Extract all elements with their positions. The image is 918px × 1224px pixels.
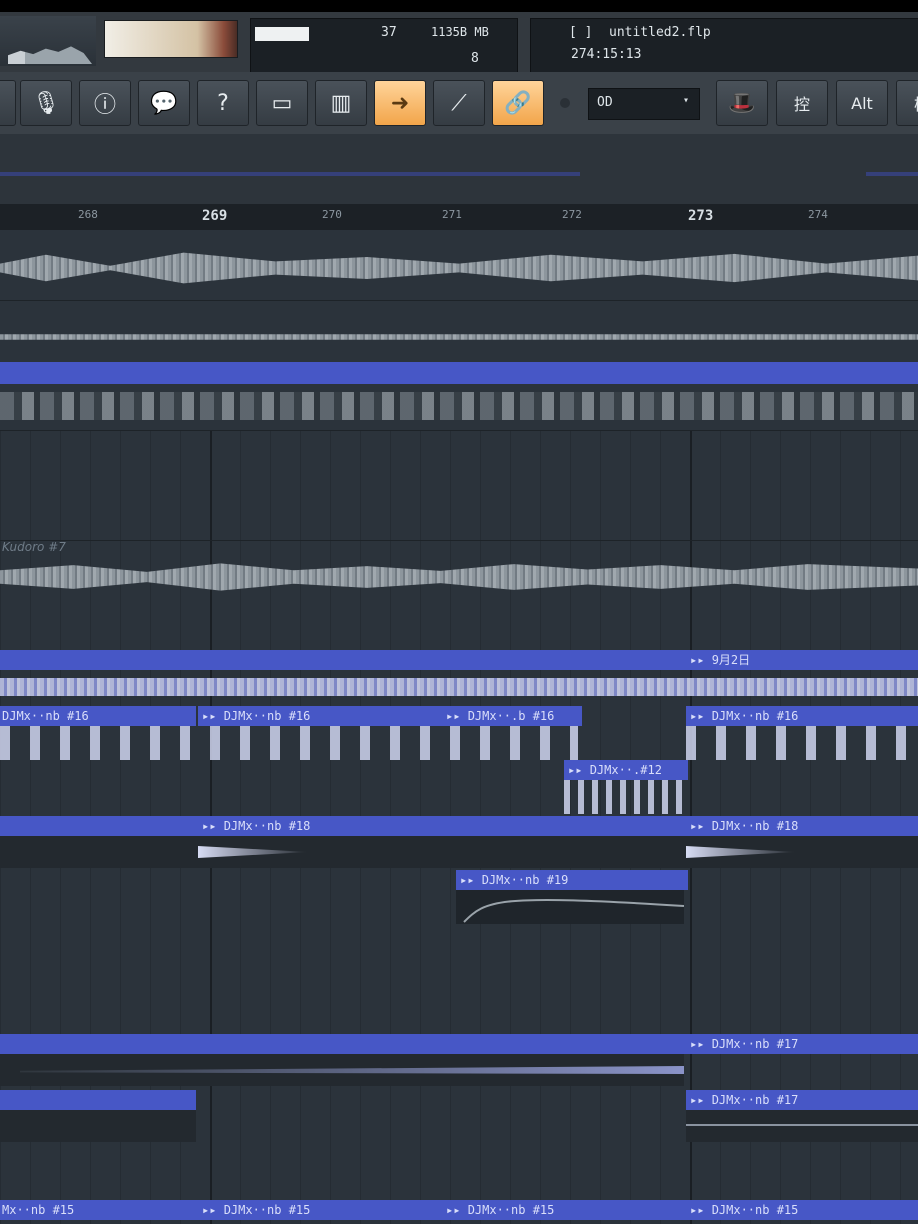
- clip-19-label: DJMx··nb #19: [481, 873, 569, 887]
- link-icon: 🔗: [504, 90, 532, 116]
- clip-16b-label: DJMx··nb #16: [223, 709, 311, 723]
- clip-12-label: DJMx··.#12: [589, 763, 662, 777]
- song-info-lcd: [ ] untitled2.flp 274:15:13: [530, 18, 918, 76]
- clip-15a[interactable]: Mx··nb #15: [0, 1200, 198, 1220]
- keyboard-icon: ▥: [330, 90, 352, 116]
- clip-15b[interactable]: ▸▸ DJMx··nb #15: [198, 1200, 442, 1220]
- window-button[interactable]: ▭: [256, 80, 308, 126]
- alt-button-label: Alt: [851, 93, 873, 113]
- arrow-right-icon: ➜: [390, 90, 410, 116]
- clip-12[interactable]: ▸▸ DJMx··.#12: [564, 760, 688, 780]
- audio-waveform-3[interactable]: [0, 678, 918, 696]
- ruler-tick-271: 271: [442, 208, 462, 221]
- toolbar-dot: [560, 98, 570, 108]
- clip-17b-body: [686, 1110, 918, 1142]
- left-edge-button[interactable]: [0, 80, 16, 126]
- clip-18b-label: DJMx··nb #18: [711, 819, 799, 833]
- song-filename: untitled2.flp: [609, 25, 711, 40]
- clip-19-curve: [463, 898, 684, 923]
- clip-16b[interactable]: ▸▸ DJMx··nb #16: [198, 706, 442, 726]
- header-panel: 37 1135B MB 8 [ ] untitled2.flp 274:15:1…: [0, 12, 918, 76]
- snap-selector[interactable]: OD ▾: [588, 88, 700, 120]
- kanji-button-label: 控: [793, 95, 810, 114]
- clip-15b-label: DJMx··nb #15: [223, 1203, 311, 1217]
- clip-16d[interactable]: ▸▸ DJMx··nb #16: [686, 706, 918, 726]
- info-icon: ⓘ: [93, 93, 116, 118]
- speech-bubble-button[interactable]: 💬: [138, 80, 190, 126]
- clip-16a[interactable]: DJMx··nb #16: [0, 706, 196, 726]
- brush-icon: ⟋: [451, 90, 467, 116]
- ruler-tick-270: 270: [322, 208, 342, 221]
- clip-15a-label: Mx··nb #15: [2, 1203, 75, 1217]
- scroll-thumb[interactable]: [866, 172, 918, 176]
- clip-label-kudoro: Kudoro #7: [2, 540, 66, 554]
- polyphony-value: 8: [471, 51, 479, 66]
- ruler-tick-272: 272: [562, 208, 582, 221]
- mic-icon: 🎙: [32, 90, 60, 116]
- info-button[interactable]: ⓘ: [79, 80, 131, 126]
- clip-18a-label: DJMx··nb #18: [223, 819, 311, 833]
- clip-left-partial-body: [0, 1110, 196, 1142]
- clip-date-label: 9月2日: [711, 653, 751, 667]
- volume-fader[interactable]: [104, 20, 238, 58]
- hat-icon: 🎩: [728, 90, 756, 116]
- clip-16d-label: DJMx··nb #16: [711, 709, 799, 723]
- clip-15c[interactable]: ▸▸ DJMx··nb #15: [442, 1200, 686, 1220]
- clip-18b[interactable]: ▸▸ DJMx··nb #18: [686, 816, 918, 836]
- ruler-tick-268: 268: [78, 208, 98, 221]
- clip-17b-label: DJMx··nb #17: [711, 1093, 799, 1107]
- clip-19[interactable]: ▸▸ DJMx··nb #19: [456, 870, 688, 890]
- clip-16-pulses-a: [0, 726, 578, 760]
- ruler-tick-274: 274: [808, 208, 828, 221]
- clip-17b-line: [686, 1124, 918, 1126]
- automation-strip[interactable]: [0, 362, 918, 384]
- arrow-right-button[interactable]: ➜: [374, 80, 426, 126]
- clip-18a[interactable]: ▸▸ DJMx··nb #18: [198, 816, 688, 836]
- brush-button[interactable]: ⟋: [433, 80, 485, 126]
- speech-bubble-icon: 💬: [150, 90, 178, 116]
- cpu-value: 37: [381, 25, 397, 40]
- clip-15d-label: DJMx··nb #15: [711, 1203, 799, 1217]
- clip-17a[interactable]: ▸▸ DJMx··nb #17: [686, 1034, 918, 1054]
- ruler-tick-269: 269: [202, 208, 228, 224]
- mic-button[interactable]: 🎙: [20, 80, 72, 126]
- hat-button[interactable]: 🎩: [716, 80, 768, 126]
- clip-16-pulses-b: [686, 726, 918, 760]
- scroll-track[interactable]: [0, 172, 580, 176]
- kanji-button[interactable]: 控: [776, 80, 828, 126]
- window-icon: ▭: [271, 90, 293, 116]
- alt-button[interactable]: Alt: [836, 80, 888, 126]
- clip-left-partial[interactable]: [0, 1090, 196, 1110]
- keyboard-button[interactable]: ▥: [315, 80, 367, 126]
- kanji2-button-label: 模: [914, 91, 918, 115]
- clip-date[interactable]: ▸▸ 9月2日: [686, 650, 918, 670]
- step-pattern-strip[interactable]: [0, 392, 918, 420]
- track-divider: [0, 300, 918, 301]
- track-divider: [0, 430, 918, 431]
- kanji2-button[interactable]: 模: [896, 80, 918, 126]
- clip-16c[interactable]: ▸▸ DJMx··.b #16: [442, 706, 582, 726]
- cpu-meter: [255, 27, 309, 41]
- help-button[interactable]: ?: [197, 80, 249, 126]
- snap-label: OD: [597, 95, 613, 110]
- memory-value: 1135B MB: [431, 25, 489, 39]
- cpu-lcd: 37 1135B MB 8: [250, 18, 518, 76]
- song-time: 274:15:13: [571, 47, 642, 62]
- link-button[interactable]: 🔗: [492, 80, 544, 126]
- hint-bar: [0, 134, 918, 204]
- chevron-down-icon: ▾: [683, 95, 690, 106]
- clip-17b[interactable]: ▸▸ DJMx··nb #17: [686, 1090, 918, 1110]
- clip-17a-label: DJMx··nb #17: [711, 1037, 799, 1051]
- track-divider: [0, 540, 918, 541]
- help-icon: ?: [217, 90, 229, 116]
- clip-16c-label: DJMx··.b #16: [467, 709, 555, 723]
- ruler-tick-273: 273: [688, 208, 714, 224]
- clip-15d[interactable]: ▸▸ DJMx··nb #15: [686, 1200, 918, 1220]
- top-strip: [0, 0, 918, 12]
- clip-16a-label: DJMx··nb #16: [2, 709, 89, 723]
- clip-12-pulses: [564, 780, 684, 814]
- song-bracket: [ ]: [569, 25, 593, 40]
- clip-15c-label: DJMx··nb #15: [467, 1203, 555, 1217]
